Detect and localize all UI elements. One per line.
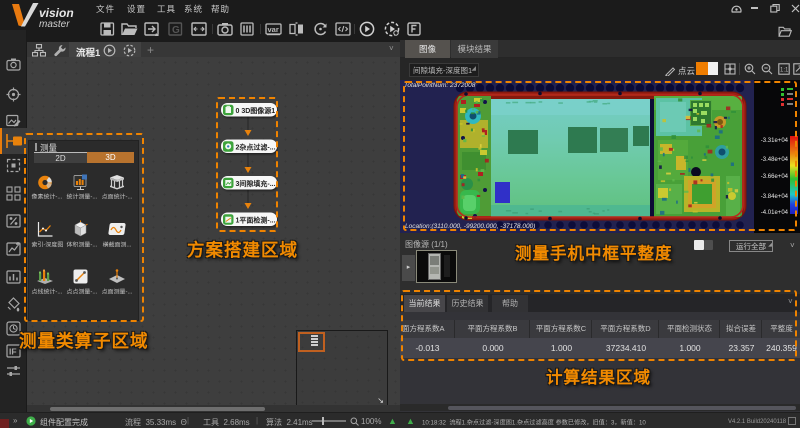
svg-text:-4.01e+04: -4.01e+04 [761,210,789,216]
svg-text:-3.84e+04: -3.84e+04 [761,194,789,200]
svg-text:G: G [172,25,180,36]
svg-text:master: master [39,19,70,29]
svg-text:IF: IF [9,347,17,357]
svg-text:-3.31e+04: -3.31e+04 [761,138,789,144]
svg-text:1平面检测-...: 1平面检测-... [236,216,276,225]
svg-text:2杂点过滤-...: 2杂点过滤-... [236,143,276,152]
svg-text:-3.48e+04: -3.48e+04 [761,157,789,163]
svg-text:TotalPointNum: 2372008: TotalPointNum: 2372008 [404,82,476,89]
svg-text:-3.66e+04: -3.66e+04 [761,174,789,180]
svg-text:vision: vision [39,6,74,20]
svg-text:1:1: 1:1 [780,68,789,74]
svg-text:3间隙填充-...: 3间隙填充-... [236,179,276,188]
svg-text:0 3D图像源1: 0 3D图像源1 [236,106,276,115]
svg-text:var: var [268,25,279,34]
svg-text:Location:(3110.000, -99200.000: Location:(3110.000, -99200.000, -37178.0… [405,223,535,230]
